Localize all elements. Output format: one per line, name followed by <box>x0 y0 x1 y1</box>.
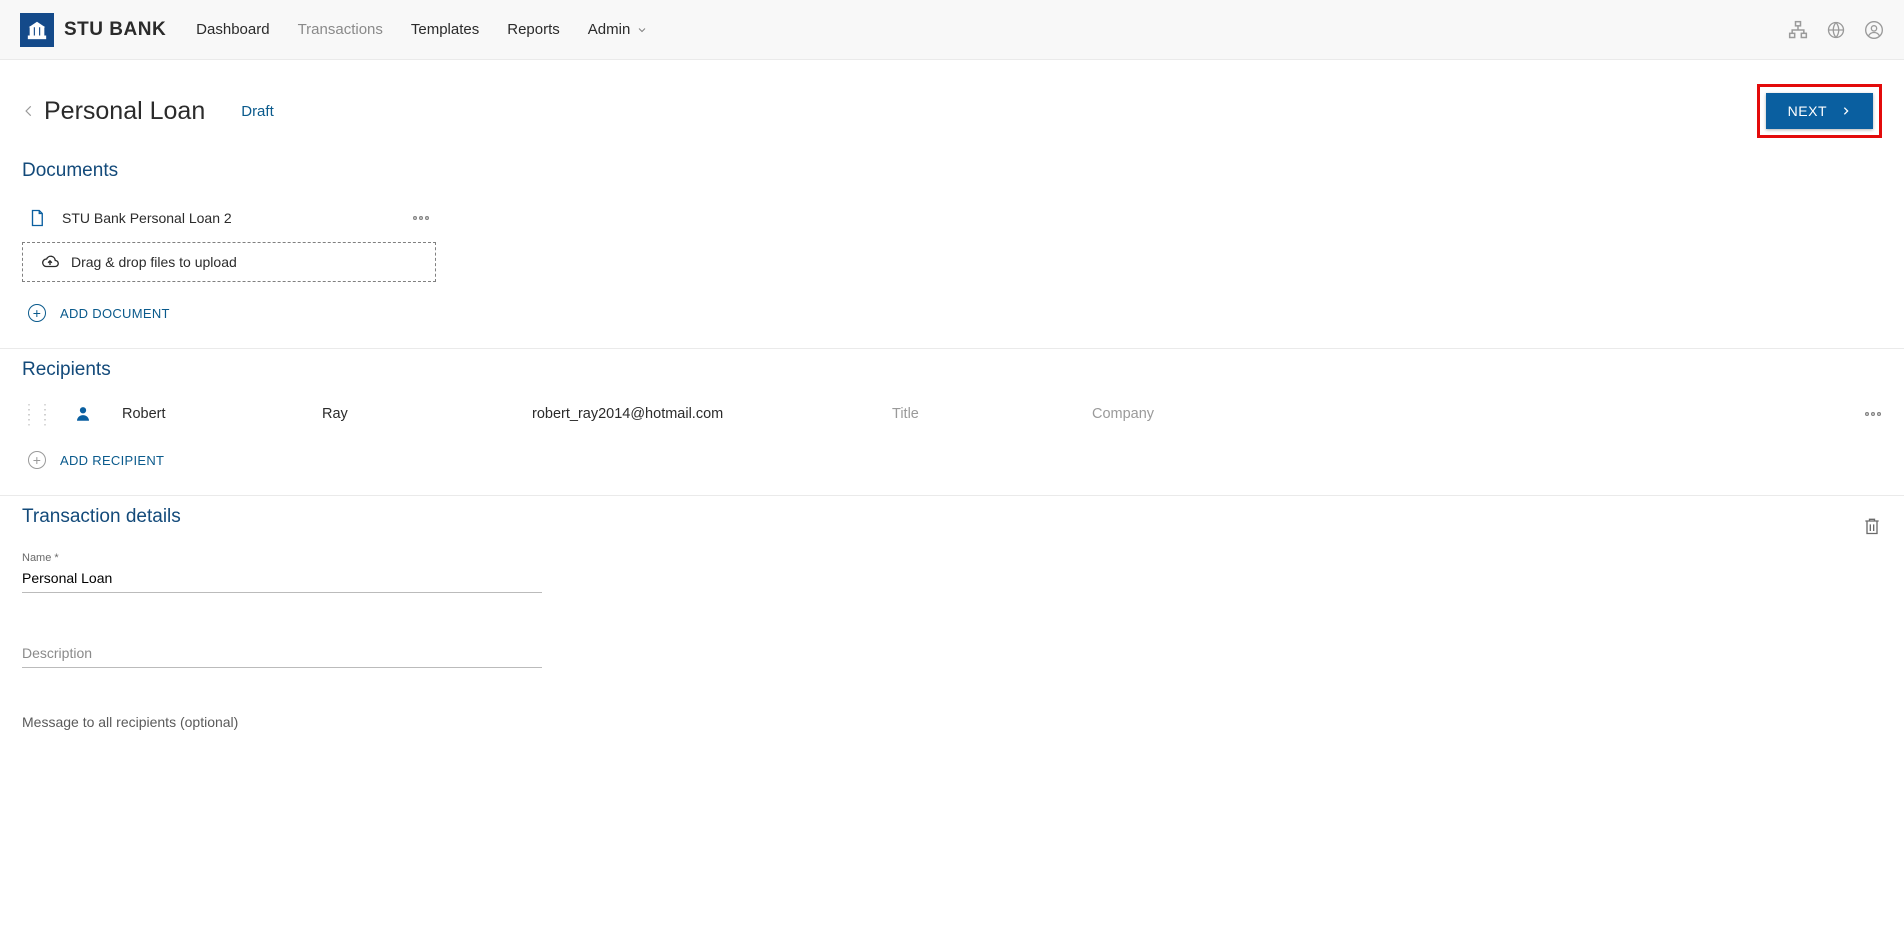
name-input[interactable] <box>22 564 542 593</box>
description-field-group <box>22 639 542 668</box>
next-button[interactable]: NEXT <box>1766 93 1873 129</box>
documents-title: Documents <box>22 160 1882 182</box>
brand: STU BANK <box>20 13 166 47</box>
details-header: Transaction details <box>22 506 1882 546</box>
top-navbar: STU BANK Dashboard Transactions Template… <box>0 0 1904 60</box>
nav-templates[interactable]: Templates <box>411 21 479 38</box>
next-button-label: NEXT <box>1788 103 1827 119</box>
recipient-company[interactable]: Company <box>1092 406 1844 422</box>
recipient-title[interactable]: Title <box>892 406 1072 422</box>
nav-transactions[interactable]: Transactions <box>298 21 383 38</box>
recipient-row: ⋮⋮⋮⋮⋮⋮ Robert Ray robert_ray2014@hotmail… <box>22 399 1882 429</box>
plus-circle-icon: + <box>28 451 46 469</box>
person-icon <box>74 405 92 423</box>
details-section: Transaction details Name * Message to al… <box>0 496 1904 756</box>
nav-reports[interactable]: Reports <box>507 21 560 38</box>
message-field-label: Message to all recipients (optional) <box>22 714 542 730</box>
page-title: Personal Loan <box>44 97 205 126</box>
recipients-section: Recipients ⋮⋮⋮⋮⋮⋮ Robert Ray robert_ray2… <box>0 349 1904 496</box>
page-header: Personal Loan Draft NEXT <box>0 60 1904 150</box>
back-chevron-icon[interactable] <box>22 101 36 121</box>
brand-logo-icon <box>20 13 54 47</box>
more-icon[interactable] <box>1864 411 1882 417</box>
brand-text: STU BANK <box>64 19 166 41</box>
recipient-last-name[interactable]: Ray <box>322 406 512 422</box>
trash-icon[interactable] <box>1862 515 1882 537</box>
add-recipient-button[interactable]: + ADD RECIPIENT <box>22 451 1882 469</box>
chevron-right-icon <box>1841 104 1851 118</box>
user-circle-icon[interactable] <box>1864 20 1884 40</box>
topbar-right <box>1788 20 1884 40</box>
add-document-label: ADD DOCUMENT <box>60 306 170 321</box>
document-icon <box>28 208 46 228</box>
recipient-email[interactable]: robert_ray2014@hotmail.com <box>532 406 872 422</box>
upload-dropzone[interactable]: Drag & drop files to upload <box>22 242 436 282</box>
plus-circle-icon: + <box>28 304 46 322</box>
sitemap-icon[interactable] <box>1788 20 1808 40</box>
add-document-button[interactable]: + ADD DOCUMENT <box>22 304 1882 322</box>
name-field-label: Name * <box>22 552 542 564</box>
nav-admin-label: Admin <box>588 21 631 38</box>
add-recipient-label: ADD RECIPIENT <box>60 453 164 468</box>
nav-dashboard[interactable]: Dashboard <box>196 21 269 38</box>
details-title: Transaction details <box>22 506 181 528</box>
message-field-group: Message to all recipients (optional) <box>22 714 542 730</box>
next-highlight-box: NEXT <box>1757 84 1882 138</box>
drag-handle-icon[interactable]: ⋮⋮⋮⋮⋮⋮ <box>22 407 54 422</box>
nav-admin[interactable]: Admin <box>588 21 649 38</box>
document-name: STU Bank Personal Loan 2 <box>62 210 396 226</box>
cloud-upload-icon <box>39 253 61 271</box>
name-field-group: Name * <box>22 552 542 593</box>
page-title-wrap: Personal Loan <box>22 97 205 126</box>
nav-links: Dashboard Transactions Templates Reports… <box>196 21 648 38</box>
recipients-title: Recipients <box>22 359 1882 381</box>
status-badge: Draft <box>241 103 274 120</box>
chevron-down-icon <box>636 24 648 36</box>
more-icon[interactable] <box>412 215 430 221</box>
recipient-first-name[interactable]: Robert <box>112 406 302 422</box>
document-row[interactable]: STU Bank Personal Loan 2 <box>22 200 436 236</box>
documents-section: Documents STU Bank Personal Loan 2 Drag … <box>0 150 1904 349</box>
dropzone-label: Drag & drop files to upload <box>71 254 237 270</box>
description-input[interactable] <box>22 639 542 668</box>
globe-icon[interactable] <box>1826 20 1846 40</box>
